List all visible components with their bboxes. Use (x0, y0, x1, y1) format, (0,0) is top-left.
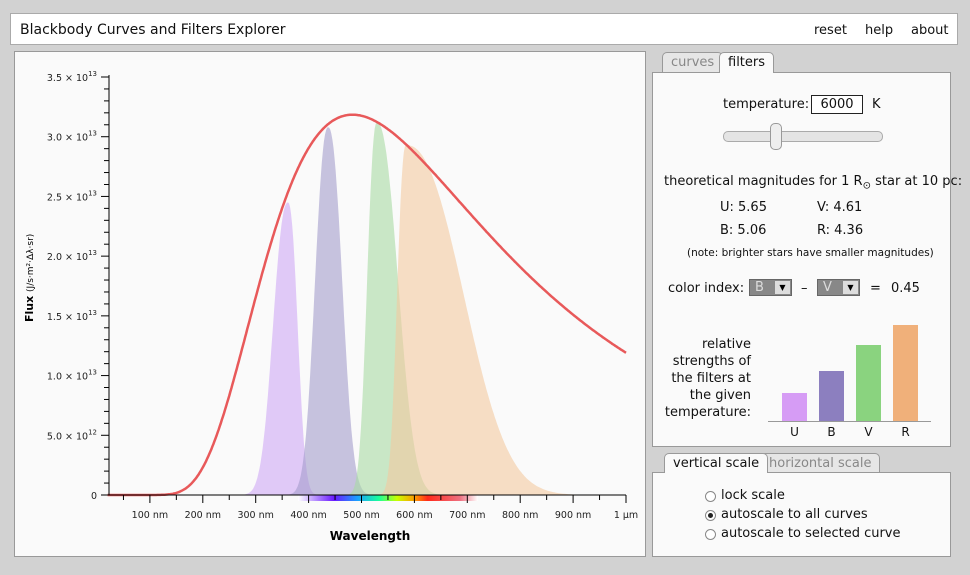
y-tick-exponent: 13 (88, 189, 97, 197)
y-tick-exponent: 13 (88, 309, 97, 317)
y-tick-label: 3.5 × 1013 (47, 70, 97, 84)
y-axis-title: Flux (J/s·m²·Δλ·sr) (23, 234, 36, 322)
y-tick-label: 5.0 × 1012 (47, 428, 97, 442)
y-tick-mantissa: 3.0 × 10 (47, 133, 88, 144)
about-button[interactable]: about (911, 23, 949, 38)
y-axis-label: Flux (23, 292, 36, 322)
bar-R (893, 325, 918, 421)
color-index-second-select[interactable]: V ▼ (817, 279, 860, 296)
bar-label: R (901, 425, 910, 439)
tab-vertical-scale[interactable]: vertical scale (664, 453, 769, 473)
y-tick-label: 1.5 × 1013 (47, 309, 97, 323)
tab-horizontal-scale[interactable]: horizontal scale (760, 453, 881, 473)
minus-sign: – (801, 281, 808, 296)
u-magnitude: U: 5.65 (720, 200, 767, 215)
filters-panel: temperature: 6000 K theoretical magnitud… (652, 72, 962, 447)
y-tick-label: 0 (91, 491, 97, 502)
bar-label: U (790, 425, 799, 439)
x-tick-label: 300 nm (237, 510, 273, 521)
x-tick-label: 600 nm (396, 510, 432, 521)
y-tick-mantissa: 2.5 × 10 (47, 192, 88, 203)
temperature-slider-track[interactable] (723, 131, 883, 142)
tab-curves[interactable]: curves (662, 52, 724, 72)
y-tick-mantissa: 3.5 × 10 (47, 73, 88, 84)
x-tick-label: 100 nm (132, 510, 168, 521)
app-title: Blackbody Curves and Filters Explorer (20, 22, 286, 38)
y-tick-mantissa: 1.5 × 10 (47, 312, 88, 323)
magnitudes-title: theoretical magnitudes for 1 R⊙ star at … (664, 174, 963, 192)
radio-label[interactable]: lock scale (721, 488, 785, 503)
y-tick-label: 1.0 × 1013 (47, 369, 97, 383)
x-tick-label: 700 nm (449, 510, 485, 521)
equals-sign: = (870, 281, 881, 296)
x-axis-title: Wavelength (330, 529, 411, 543)
blackbody-chart: 05.0 × 10121.0 × 10131.5 × 10132.0 × 101… (23, 70, 638, 543)
color-index-first-select[interactable]: B ▼ (749, 279, 792, 296)
r-magnitude: R: 4.36 (817, 223, 864, 238)
b-magnitude: B: 5.06 (720, 223, 767, 238)
plot-area[interactable]: 0 5.0 × 1012 1.0 × 1013 1.5 × 1013 2.0 × 101… (14, 51, 646, 557)
y-tick-mantissa: 2.0 × 10 (47, 252, 88, 263)
y-tick-mantissa: 1.0 × 10 (47, 372, 88, 383)
color-index-value: 0.45 (891, 281, 920, 296)
color-index-label: color index: (668, 281, 745, 296)
magnitude-note: (note: brighter stars have smaller magni… (687, 247, 934, 259)
y-tick-exponent: 12 (88, 428, 97, 436)
temperature-input[interactable]: 6000 (811, 95, 863, 114)
bar-label: B (827, 425, 836, 439)
x-tick-label: 500 nm (343, 510, 379, 521)
tab-filters[interactable]: filters (719, 52, 775, 73)
x-tick-label: 200 nm (185, 510, 221, 521)
radio-button[interactable] (705, 529, 716, 540)
y-tick-exponent: 13 (88, 70, 97, 78)
temperature-label: temperature: (723, 97, 810, 112)
radio-button[interactable] (705, 510, 716, 521)
chevron-down-icon: ▼ (843, 281, 858, 294)
scale-panel: lock scale autoscale to all curves autosca… (652, 472, 951, 557)
v-magnitude: V: 4.61 (817, 200, 863, 215)
y-tick-mantissa: 5.0 × 10 (47, 431, 88, 442)
strengths-label: relative strengths of the filters at the gi… (664, 337, 751, 420)
y-tick-mantissa: 0 (91, 491, 97, 502)
bar-V (856, 345, 881, 421)
radio-label[interactable]: autoscale to selected curve (721, 526, 901, 541)
y-axis-units: (J/s·m²·Δλ·sr) (26, 234, 36, 292)
chevron-down-icon: ▼ (775, 281, 790, 294)
x-tick-label: 900 nm (555, 510, 591, 521)
title-bar: Blackbody Curves and Filters Explorer re… (10, 13, 958, 45)
radio-button[interactable] (705, 491, 716, 502)
bar-label: V (864, 425, 873, 439)
y-tick-label: 2.5 × 1013 (47, 189, 97, 203)
temperature-slider-thumb[interactable] (770, 123, 783, 150)
reset-button[interactable]: reset (814, 23, 847, 38)
bar-B (819, 371, 844, 421)
x-tick-label: 1 μm (614, 510, 638, 521)
y-tick-exponent: 13 (88, 130, 97, 138)
bar-U (782, 393, 807, 421)
radio-label[interactable]: autoscale to all curves (721, 507, 868, 522)
y-tick-label: 2.0 × 1013 (47, 249, 97, 263)
temperature-unit: K (872, 97, 881, 112)
y-tick-exponent: 13 (88, 249, 97, 257)
filter-strength-bar-chart: UBVR (768, 313, 931, 439)
filter-curve-R (374, 145, 613, 495)
x-tick-label: 800 nm (502, 510, 538, 521)
help-button[interactable]: help (865, 23, 893, 38)
y-tick-exponent: 13 (88, 369, 97, 377)
x-tick-label: 400 nm (290, 510, 326, 521)
y-tick-label: 3.0 × 1013 (47, 130, 97, 144)
